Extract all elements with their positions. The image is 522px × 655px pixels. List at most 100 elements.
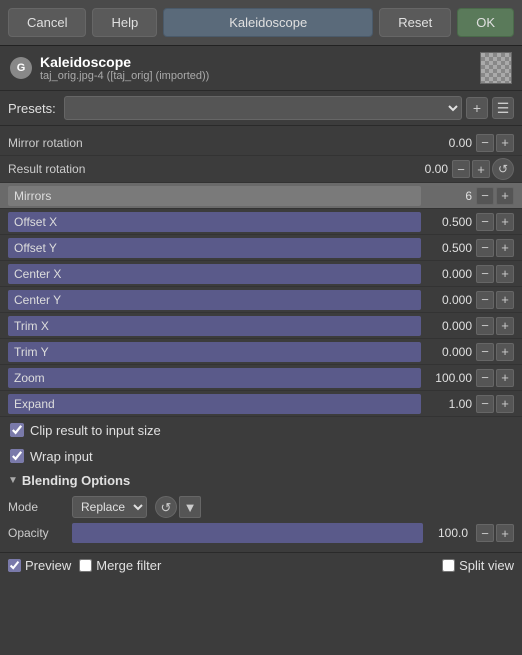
trim-y-slider-label[interactable]: Trim Y [8, 342, 421, 362]
expand-plus[interactable]: + [496, 395, 514, 413]
param-row-center-y: Center Y 0.000 − + [0, 287, 522, 313]
mirrors-minus[interactable]: − [476, 187, 494, 205]
param-row-offset-y: Offset Y 0.500 − + [0, 235, 522, 261]
mirrors-plus[interactable]: + [496, 187, 514, 205]
blend-mode-reset-icon[interactable]: ↺ [155, 496, 177, 518]
offset-y-value[interactable]: 0.500 [421, 241, 476, 255]
thumbnail-preview [480, 52, 512, 84]
toolbar: Cancel Help Kaleidoscope Reset OK [0, 0, 522, 46]
param-row-trim-x: Trim X 0.000 − + [0, 313, 522, 339]
presets-row: Presets: + ☰ [0, 91, 522, 126]
param-row-offset-x: Offset X 0.500 − + ↖ ⊹ [0, 209, 522, 235]
offset-y-plus[interactable]: + [496, 239, 514, 257]
blending-section-header[interactable]: ▼ Blending Options [0, 469, 522, 492]
result-rotation-plus[interactable]: + [472, 160, 490, 178]
offset-x-slider-label[interactable]: Offset X [8, 212, 421, 232]
preview-checkbox[interactable] [8, 559, 21, 572]
split-checkbox[interactable] [442, 559, 455, 572]
reset-button[interactable]: Reset [379, 8, 451, 37]
center-y-value[interactable]: 0.000 [421, 293, 476, 307]
kaleidoscope-button[interactable]: Kaleidoscope [163, 8, 373, 37]
result-rotation-minus[interactable]: − [452, 160, 470, 178]
mirror-rotation-label: Mirror rotation [8, 136, 421, 150]
trim-x-value[interactable]: 0.000 [421, 319, 476, 333]
result-rotation-value[interactable]: 0.00 [397, 162, 452, 176]
cancel-button[interactable]: Cancel [8, 8, 86, 37]
split-label[interactable]: Split view [459, 558, 514, 573]
param-row-mirror-rotation: Mirror rotation 0.00 − + [0, 130, 522, 156]
param-row-center-x: Center X 0.000 − + [0, 261, 522, 287]
wrap-input-label[interactable]: Wrap input [30, 449, 93, 464]
mirror-rotation-controls: − + [476, 134, 514, 152]
blend-mode-label: Mode [8, 500, 68, 514]
center-x-controls: − + [476, 265, 514, 283]
result-rotation-controls: − + ↺ [452, 158, 514, 180]
presets-select[interactable] [64, 96, 462, 120]
trim-y-plus[interactable]: + [496, 343, 514, 361]
help-button[interactable]: Help [92, 8, 157, 37]
trim-y-minus[interactable]: − [476, 343, 494, 361]
result-rotation-reset[interactable]: ↺ [492, 158, 514, 180]
ok-button[interactable]: OK [457, 8, 514, 37]
wrap-input-checkbox[interactable] [10, 449, 24, 463]
merge-label[interactable]: Merge filter [96, 558, 161, 573]
center-x-minus[interactable]: − [476, 265, 494, 283]
opacity-plus[interactable]: + [496, 524, 514, 542]
center-x-plus[interactable]: + [496, 265, 514, 283]
blend-opacity-row: Opacity 100.0 − + [8, 520, 514, 546]
presets-menu-button[interactable]: ☰ [492, 97, 514, 119]
plugin-name: Kaleidoscope [40, 54, 480, 70]
offset-x-plus[interactable]: + [496, 213, 514, 231]
mirror-rotation-value[interactable]: 0.00 [421, 136, 476, 150]
trim-x-controls: − + [476, 317, 514, 335]
mirrors-controls: − + [476, 187, 514, 205]
offset-x-value[interactable]: 0.500 [421, 215, 476, 229]
center-y-plus[interactable]: + [496, 291, 514, 309]
merge-check-group: Merge filter [79, 558, 161, 573]
blending-section-title: Blending Options [22, 473, 130, 488]
expand-slider-label[interactable]: Expand [8, 394, 421, 414]
mirrors-value[interactable]: 6 [421, 189, 476, 203]
expand-value[interactable]: 1.00 [421, 397, 476, 411]
opacity-minus[interactable]: − [476, 524, 494, 542]
center-y-minus[interactable]: − [476, 291, 494, 309]
mirrors-slider-label[interactable]: Mirrors [8, 186, 421, 206]
blend-mode-icons: ↺ ▼ [155, 496, 201, 518]
presets-add-button[interactable]: + [466, 97, 488, 119]
zoom-value[interactable]: 100.00 [421, 371, 476, 385]
split-check-group: Split view [442, 558, 514, 573]
blend-mode-menu-icon[interactable]: ▼ [179, 496, 201, 518]
mirror-rotation-plus[interactable]: + [496, 134, 514, 152]
center-x-slider-label[interactable]: Center X [8, 264, 421, 284]
offset-x-minus[interactable]: − [476, 213, 494, 231]
zoom-controls: − + [476, 369, 514, 387]
presets-label: Presets: [8, 101, 56, 116]
plugin-title-block: Kaleidoscope taj_orig.jpg-4 ([taj_orig] … [40, 54, 480, 82]
preview-label[interactable]: Preview [25, 558, 71, 573]
plugin-logo: G [10, 57, 32, 79]
trim-x-minus[interactable]: − [476, 317, 494, 335]
trim-x-plus[interactable]: + [496, 317, 514, 335]
clip-result-checkbox[interactable] [10, 423, 24, 437]
opacity-slider[interactable] [72, 523, 423, 543]
offset-y-controls: − + [476, 239, 514, 257]
mirror-rotation-minus[interactable]: − [476, 134, 494, 152]
merge-checkbox[interactable] [79, 559, 92, 572]
center-x-value[interactable]: 0.000 [421, 267, 476, 281]
offset-y-slider-label[interactable]: Offset Y [8, 238, 421, 258]
opacity-value[interactable]: 100.0 [427, 526, 472, 540]
offset-x-controls: − + [476, 213, 514, 231]
blend-mode-select[interactable]: Replace Normal Multiply Screen Overlay [72, 496, 147, 518]
clip-result-row: Clip result to input size [0, 417, 522, 443]
clip-result-label[interactable]: Clip result to input size [30, 423, 161, 438]
trim-y-value[interactable]: 0.000 [421, 345, 476, 359]
expand-minus[interactable]: − [476, 395, 494, 413]
zoom-minus[interactable]: − [476, 369, 494, 387]
trim-x-slider-label[interactable]: Trim X [8, 316, 421, 336]
zoom-plus[interactable]: + [496, 369, 514, 387]
center-y-slider-label[interactable]: Center Y [8, 290, 421, 310]
zoom-slider-label[interactable]: Zoom [8, 368, 421, 388]
preview-check-group: Preview [8, 558, 71, 573]
offset-y-minus[interactable]: − [476, 239, 494, 257]
center-y-controls: − + [476, 291, 514, 309]
